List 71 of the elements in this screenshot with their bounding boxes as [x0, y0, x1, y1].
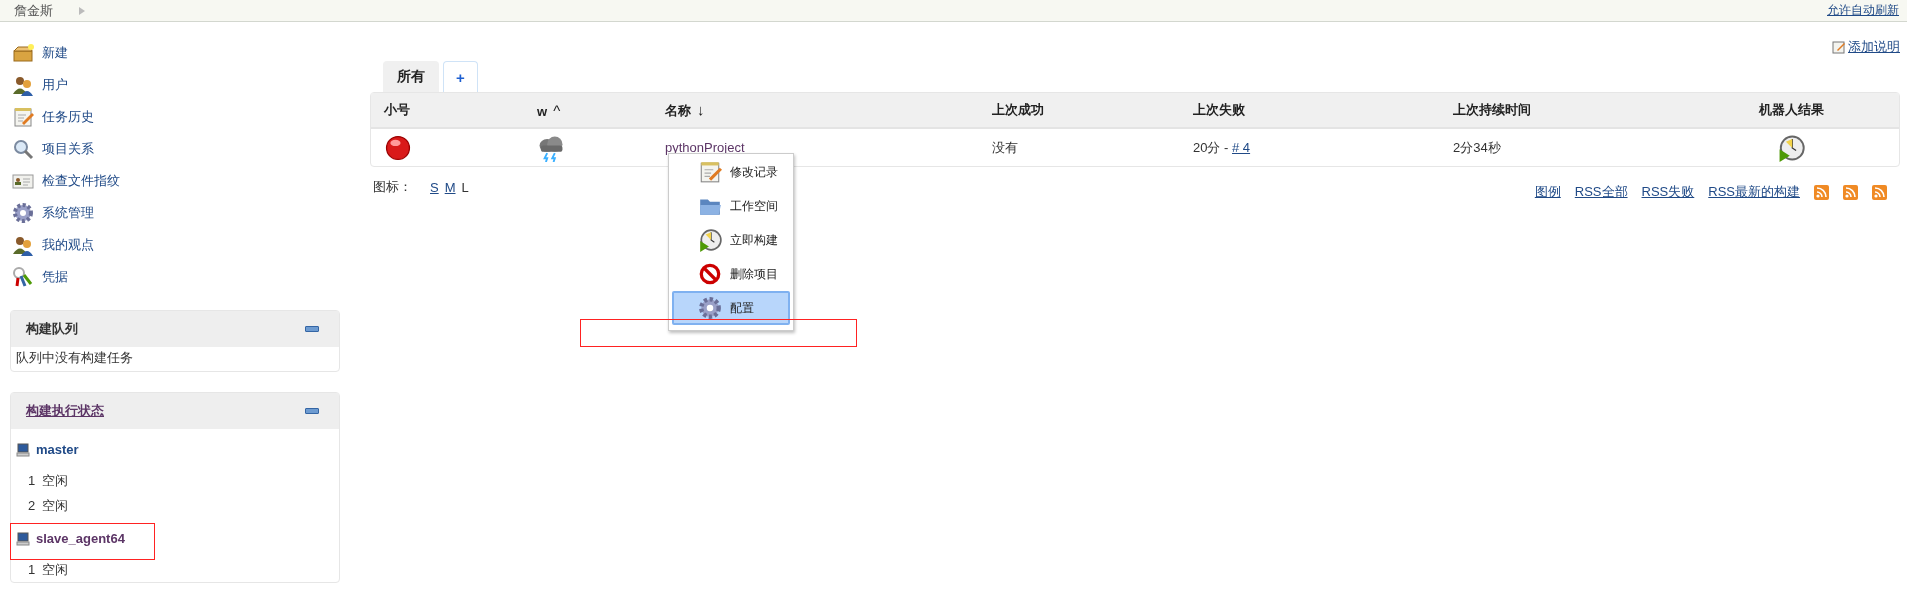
column-header[interactable]: w ^: [537, 101, 665, 119]
caret-icon[interactable]: [79, 6, 85, 15]
column-header[interactable]: 机器人结果: [1713, 101, 1869, 119]
feed-link[interactable]: RSS失败: [1641, 183, 1695, 201]
executor-number: 1: [28, 473, 36, 488]
table-cell: 2分34秒: [1453, 138, 1501, 157]
executor-status: 空闲: [42, 496, 69, 515]
add-tab[interactable]: +: [443, 61, 478, 92]
people-icon: [12, 74, 34, 96]
box-icon: [12, 42, 34, 64]
no-entry-icon: [698, 262, 722, 286]
column-header[interactable]: 上次成功: [992, 101, 1193, 119]
icon-size-link[interactable]: M: [444, 179, 456, 195]
breadcrumb-item[interactable]: 詹金斯: [14, 1, 53, 20]
view-tab[interactable]: 所有: [383, 61, 439, 92]
keys-icon: [12, 266, 34, 288]
column-header[interactable]: 小号: [384, 101, 537, 119]
clock-play-icon: [1777, 133, 1805, 162]
sidebar-link[interactable]: 用户: [42, 76, 68, 94]
icon-size-link[interactable]: L: [461, 179, 469, 195]
node-link[interactable]: slave_agent64: [36, 531, 125, 546]
queue-message: 队列中没有构建任务: [15, 349, 134, 367]
clock-play-icon: [698, 228, 722, 252]
sidebar-link[interactable]: 任务历史: [42, 108, 94, 126]
node-link[interactable]: master: [36, 442, 79, 457]
feed-link[interactable]: RSS全部: [1574, 183, 1628, 201]
sidebar-link[interactable]: 新建: [42, 44, 68, 62]
collapse-icon[interactable]: [305, 326, 319, 332]
build-link[interactable]: # 4: [1232, 140, 1251, 155]
menu-item[interactable]: 工作空间: [672, 189, 790, 223]
feed-link[interactable]: 图例: [1534, 183, 1561, 201]
add-description-link[interactable]: 添加说明: [1848, 38, 1900, 56]
edit-icon: [1832, 40, 1846, 54]
rss-icon[interactable]: [1843, 184, 1858, 200]
executor-number: 2: [28, 498, 36, 513]
table-cell-text: 20分 -: [1193, 138, 1230, 157]
column-header[interactable]: 上次持续时间: [1453, 101, 1713, 119]
table-cell: 没有: [992, 138, 1018, 157]
auto-refresh-link[interactable]: 允许自动刷新: [1827, 2, 1899, 19]
icon-size-link[interactable]: S: [430, 179, 439, 195]
menu-item[interactable]: 修改记录: [672, 155, 790, 189]
executor-status: 空闲: [42, 471, 69, 490]
computer-icon: [16, 442, 30, 457]
search-icon: [12, 138, 34, 160]
executor-number: 1: [28, 562, 36, 577]
column-header[interactable]: 名称 ↓: [665, 100, 992, 120]
executor-status: 空闲: [42, 560, 69, 579]
notepad-icon: [698, 160, 722, 184]
menu-item[interactable]: 删除项目: [672, 257, 790, 291]
notepad-icon: [12, 106, 34, 128]
project-link[interactable]: pythonProject: [665, 140, 745, 155]
column-header[interactable]: 上次失败: [1193, 101, 1453, 119]
menu-item[interactable]: 配置: [672, 291, 790, 325]
rss-icon[interactable]: [1872, 184, 1887, 200]
people-icon: [12, 234, 34, 256]
computer-icon: [16, 531, 30, 546]
menu-item[interactable]: 立即构建: [672, 223, 790, 257]
sidebar-link[interactable]: 检查文件指纹: [42, 172, 120, 190]
sidebar-link[interactable]: 系统管理: [42, 204, 94, 222]
gear-icon: [12, 202, 34, 224]
sidebar-link[interactable]: 凭据: [42, 268, 68, 286]
sidebar-link[interactable]: 我的观点: [42, 236, 94, 254]
panel-title-link[interactable]: 构建执行状态: [26, 402, 104, 420]
gear-icon: [698, 296, 722, 320]
status-ball-icon: [384, 133, 412, 162]
icon-size-label: 图标：: [373, 178, 412, 196]
rss-icon[interactable]: [1814, 184, 1829, 200]
panel-title: 构建队列: [26, 320, 78, 338]
sidebar-link[interactable]: 项目关系: [42, 140, 94, 158]
feed-link[interactable]: RSS最新的构建: [1708, 183, 1800, 201]
collapse-icon[interactable]: [305, 408, 319, 414]
